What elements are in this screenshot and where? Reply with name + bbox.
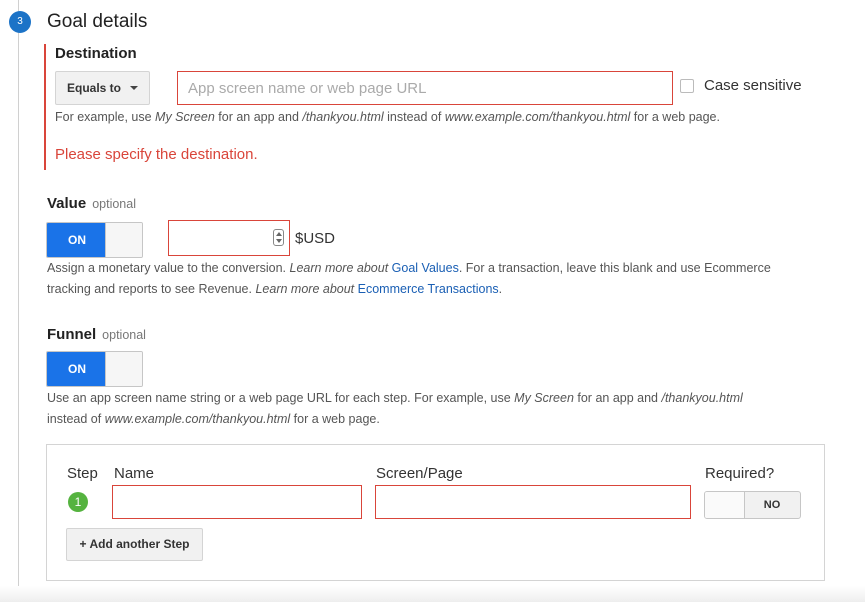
section-title: Goal details bbox=[47, 11, 148, 32]
error-indicator-bar bbox=[44, 44, 46, 170]
value-label: Value bbox=[47, 195, 87, 212]
column-header-name: Name bbox=[114, 465, 155, 482]
step-connector-line bbox=[18, 0, 19, 602]
value-toggle-on-label: ON bbox=[47, 223, 107, 257]
ecommerce-transactions-link[interactable]: Ecommerce Transactions bbox=[358, 282, 499, 296]
destination-error-message: Please specify the destination. bbox=[55, 146, 258, 163]
match-type-dropdown[interactable]: Equals to bbox=[55, 71, 150, 105]
case-sensitive-label: Case sensitive bbox=[704, 77, 802, 94]
destination-help-text: For example, use My Screen for an app an… bbox=[55, 110, 720, 124]
value-optional-label: optional bbox=[92, 197, 136, 211]
value-help-text: Assign a monetary value to the conversio… bbox=[47, 261, 771, 296]
funnel-step-number: 1 bbox=[68, 492, 88, 512]
spinner-arrows-icon[interactable] bbox=[273, 229, 284, 246]
funnel-toggle-on-label: ON bbox=[47, 352, 107, 386]
funnel-toggle-knob bbox=[105, 352, 142, 386]
funnel-heading: Funnel optional bbox=[47, 326, 146, 343]
funnel-step-name-input[interactable] bbox=[112, 485, 362, 519]
funnel-optional-label: optional bbox=[102, 328, 146, 342]
add-another-step-button[interactable]: + Add another Step bbox=[66, 528, 203, 561]
destination-input[interactable] bbox=[177, 71, 673, 105]
funnel-help-text: Use an app screen name string or a web p… bbox=[47, 391, 743, 426]
required-toggle-label: NO bbox=[763, 499, 781, 511]
funnel-step-screen-input[interactable] bbox=[375, 485, 691, 519]
required-toggle[interactable]: NO bbox=[704, 491, 801, 519]
currency-label: $USD bbox=[295, 230, 336, 247]
funnel-label: Funnel bbox=[47, 326, 97, 343]
chevron-down-icon bbox=[130, 86, 138, 90]
case-sensitive-checkbox[interactable] bbox=[680, 79, 694, 93]
goal-values-link[interactable]: Goal Values bbox=[392, 261, 459, 275]
required-toggle-knob bbox=[705, 492, 745, 518]
funnel-toggle[interactable]: ON bbox=[46, 351, 143, 387]
match-type-label: Equals to bbox=[67, 81, 122, 95]
page-bottom-shadow bbox=[0, 586, 865, 602]
column-header-screen-page: Screen/Page bbox=[376, 465, 463, 482]
step-number-badge: 3 bbox=[9, 11, 31, 33]
column-header-step: Step bbox=[67, 465, 98, 482]
destination-label: Destination bbox=[55, 45, 137, 62]
column-header-required: Required? bbox=[705, 465, 775, 482]
value-toggle-knob bbox=[105, 223, 142, 257]
value-toggle[interactable]: ON bbox=[46, 222, 143, 258]
value-heading: Value optional bbox=[47, 195, 136, 212]
value-amount-input[interactable] bbox=[168, 220, 290, 256]
